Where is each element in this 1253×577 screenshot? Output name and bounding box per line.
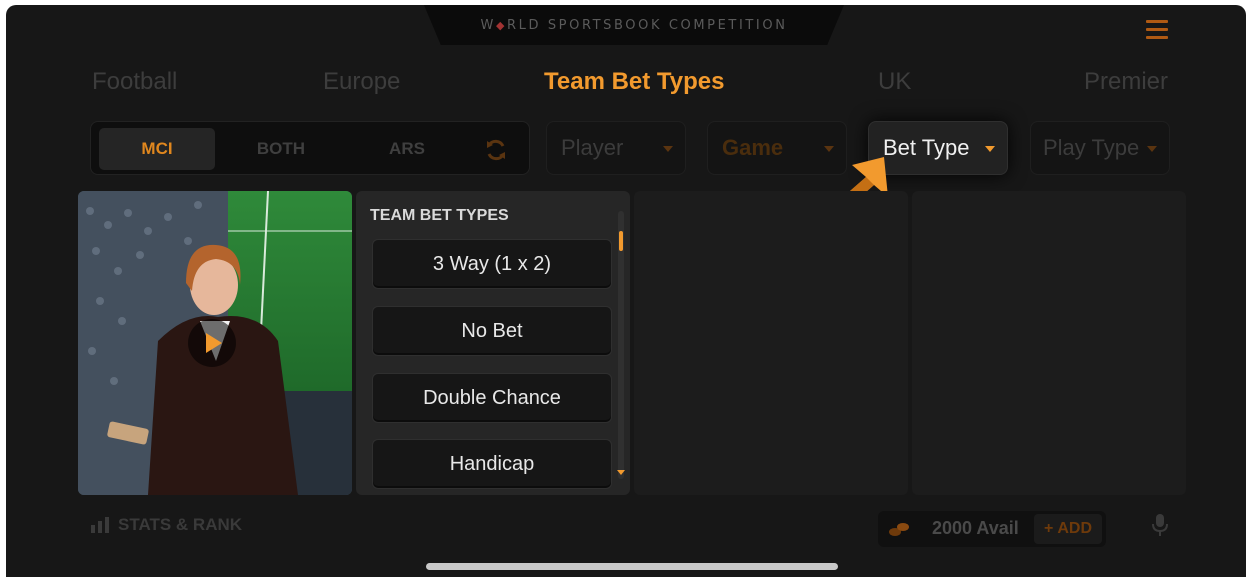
footer-bar: STATS & RANK 2000 Avail + ADD: [6, 501, 1246, 577]
team-option-mci[interactable]: MCI: [99, 128, 215, 170]
coins-balance: 2000 Avail + ADD: [878, 511, 1106, 547]
bet-option-handicap[interactable]: Handicap: [372, 439, 612, 489]
tab-football[interactable]: Football: [92, 68, 177, 96]
add-coins-button[interactable]: + ADD: [1034, 514, 1102, 544]
app-frame: W ◆ RLD SPORTSBOOK COMPETITION Football Eu…: [6, 5, 1246, 577]
caret-down-icon: [663, 146, 673, 152]
app-title: W ◆ RLD SPORTSBOOK COMPETITION: [424, 5, 844, 45]
empty-panel-1: [634, 191, 908, 495]
tab-europe[interactable]: Europe: [323, 68, 400, 96]
add-coins-label: ADD: [1057, 520, 1092, 537]
player-dropdown-label: Player: [561, 135, 624, 160]
bet-option-double-chance[interactable]: Double Chance: [372, 373, 612, 423]
play-icon: [206, 333, 222, 353]
team-option-ars[interactable]: ARS: [347, 128, 467, 170]
plus-icon: +: [1043, 520, 1054, 537]
bet-option-3-way[interactable]: 3 Way (1 x 2): [372, 239, 612, 289]
empty-panel-2: [912, 191, 1186, 495]
player-dropdown[interactable]: Player: [546, 121, 686, 175]
team-toggle: MCI BOTH ARS: [90, 121, 530, 175]
microphone-icon[interactable]: [1152, 513, 1168, 537]
bet-types-heading: TEAM BET TYPES: [370, 207, 509, 224]
coins-available: 2000 Avail: [932, 518, 1019, 538]
menu-icon[interactable]: [1146, 20, 1168, 40]
caret-down-icon: [1147, 146, 1157, 152]
tab-uk[interactable]: UK: [878, 68, 911, 96]
caret-down-icon: [985, 146, 995, 152]
play-type-dropdown-label: Play Type: [1043, 135, 1140, 160]
scroll-down-icon[interactable]: [617, 470, 625, 475]
app-title-end: RLD SPORTSBOOK COMPETITION: [507, 17, 788, 33]
stats-rank-button[interactable]: STATS & RANK: [90, 515, 242, 535]
stats-chart-icon: [91, 517, 109, 533]
tab-team-bet-types[interactable]: Team Bet Types: [544, 68, 725, 96]
caret-down-icon: [824, 146, 834, 152]
refresh-icon[interactable]: [483, 137, 509, 163]
bet-option-no-bet[interactable]: No Bet: [372, 306, 612, 356]
coins-icon: [889, 523, 909, 536]
bet-types-panel: TEAM BET TYPES 3 Way (1 x 2) No Bet Doub…: [356, 191, 630, 495]
stats-rank-label: STATS & RANK: [118, 515, 243, 534]
app-title-start: W: [480, 17, 496, 33]
tab-premier[interactable]: Premier: [1084, 68, 1168, 96]
presenter-video[interactable]: [78, 191, 352, 495]
list-scroll-thumb[interactable]: [619, 231, 623, 251]
game-dropdown[interactable]: Game: [707, 121, 847, 175]
home-indicator[interactable]: [426, 563, 838, 570]
game-dropdown-label: Game: [722, 135, 784, 160]
play-button[interactable]: [188, 319, 236, 367]
team-option-both[interactable]: BOTH: [221, 128, 341, 170]
list-scrollbar[interactable]: [618, 211, 624, 479]
ball-logo-icon: ◆: [495, 18, 507, 32]
play-type-dropdown[interactable]: Play Type: [1030, 121, 1170, 175]
